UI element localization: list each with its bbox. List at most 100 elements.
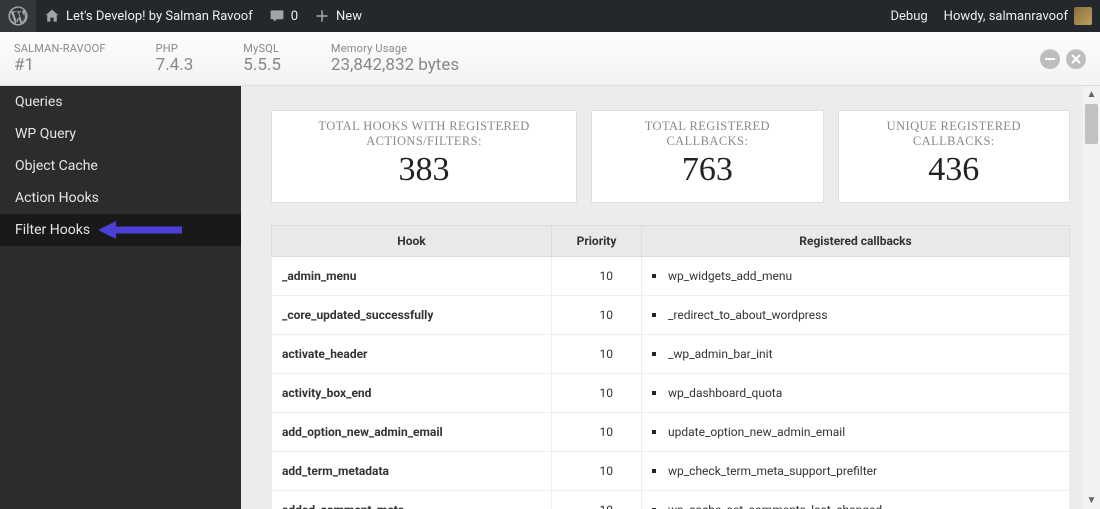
- info-user-value: #1: [14, 55, 106, 75]
- sidebar-item-label: Queries: [15, 94, 63, 110]
- bullet-icon: [652, 391, 656, 395]
- sidebar-item-object-cache[interactable]: Object Cache: [0, 150, 241, 182]
- hook-priority: 10: [552, 334, 642, 373]
- table-row: _core_updated_successfully 10 _redirect_…: [272, 295, 1070, 334]
- stat-value: 436: [849, 149, 1059, 192]
- sidebar-item-label: Object Cache: [15, 158, 98, 174]
- hook-name: _core_updated_successfully: [272, 295, 552, 334]
- info-php: PHP 7.4.3: [156, 42, 194, 75]
- info-php-value: 7.4.3: [156, 55, 194, 75]
- hook-name: added_comment_meta: [272, 490, 552, 509]
- hook-name: activity_box_end: [272, 373, 552, 412]
- info-php-label: PHP: [156, 42, 194, 55]
- callback-name: _wp_admin_bar_init: [668, 347, 773, 361]
- table-row: activate_header 10 _wp_admin_bar_init: [272, 334, 1070, 373]
- stat-unique-callbacks: UNIQUE REGISTERED CALLBACKS: 436: [838, 110, 1070, 203]
- table-row: added_comment_meta 10 wp_cache_set_comme…: [272, 490, 1070, 509]
- info-mysql-label: MySQL: [243, 42, 281, 55]
- info-memory-label: Memory Usage: [331, 42, 459, 55]
- callback-name: wp_check_term_meta_support_prefilter: [668, 464, 877, 478]
- callback-name: _redirect_to_about_wordpress: [668, 308, 828, 322]
- minimize-button[interactable]: [1040, 49, 1060, 69]
- close-icon: [1071, 54, 1081, 64]
- debug-label: Debug: [890, 9, 927, 24]
- debug-link[interactable]: Debug: [882, 0, 935, 32]
- sidebar: Queries WP Query Object Cache Action Hoo…: [0, 86, 241, 509]
- hook-priority: 10: [552, 295, 642, 334]
- minus-icon: [1045, 54, 1055, 64]
- sidebar-item-wp-query[interactable]: WP Query: [0, 118, 241, 150]
- sidebar-item-queries[interactable]: Queries: [0, 86, 241, 118]
- account-link[interactable]: Howdy, salmanravoof: [936, 0, 1100, 32]
- bullet-icon: [652, 469, 656, 473]
- site-link[interactable]: Let's Develop! by Salman Ravoof: [36, 0, 261, 32]
- sidebar-item-action-hooks[interactable]: Action Hooks: [0, 182, 241, 214]
- hook-callbacks: update_option_new_admin_email: [642, 412, 1070, 451]
- comments-link[interactable]: 0: [261, 0, 306, 32]
- sidebar-item-filter-hooks[interactable]: Filter Hooks: [0, 214, 241, 246]
- stat-value: 383: [282, 149, 566, 192]
- col-priority[interactable]: Priority: [552, 225, 642, 256]
- callback-name: wp_cache_set_comments_last_changed: [668, 503, 882, 509]
- home-icon: [44, 8, 60, 24]
- hooks-table: Hook Priority Registered callbacks _admi…: [271, 225, 1070, 509]
- wp-logo[interactable]: [0, 0, 36, 32]
- table-row: activity_box_end 10 wp_dashboard_quota: [272, 373, 1070, 412]
- hook-priority: 10: [552, 490, 642, 509]
- comment-count: 0: [291, 9, 298, 24]
- stat-value: 763: [602, 149, 812, 192]
- sidebar-item-label: Action Hooks: [15, 190, 99, 206]
- hook-name: _admin_menu: [272, 256, 552, 295]
- hook-priority: 10: [552, 451, 642, 490]
- site-title: Let's Develop! by Salman Ravoof: [66, 9, 253, 24]
- hook-name: add_option_new_admin_email: [272, 412, 552, 451]
- wp-admin-bar: Let's Develop! by Salman Ravoof 0 New De…: [0, 0, 1100, 32]
- callback-name: wp_widgets_add_menu: [668, 269, 792, 283]
- sidebar-item-label: Filter Hooks: [15, 222, 90, 238]
- vertical-scrollbar[interactable]: ▲ ▼: [1083, 86, 1100, 509]
- hook-callbacks: _wp_admin_bar_init: [642, 334, 1070, 373]
- new-link[interactable]: New: [306, 0, 370, 32]
- scroll-up-button[interactable]: ▲: [1083, 86, 1100, 103]
- stat-total-hooks: TOTAL HOOKS WITH REGISTERED ACTIONS/FILT…: [271, 110, 577, 203]
- callback-name: update_option_new_admin_email: [668, 425, 845, 439]
- hook-callbacks: wp_cache_set_comments_last_changed: [642, 490, 1070, 509]
- wordpress-icon: [8, 6, 28, 26]
- plus-icon: [314, 8, 330, 24]
- main-panel: TOTAL HOOKS WITH REGISTERED ACTIONS/FILT…: [241, 86, 1100, 509]
- env-info-strip: SALMAN-RAVOOF #1 PHP 7.4.3 MySQL 5.5.5 M…: [0, 32, 1100, 86]
- stat-label: UNIQUE REGISTERED CALLBACKS:: [849, 119, 1059, 149]
- stat-label: TOTAL REGISTERED CALLBACKS:: [602, 119, 812, 149]
- hook-priority: 10: [552, 256, 642, 295]
- howdy-text: Howdy, salmanravoof: [944, 9, 1068, 24]
- bullet-icon: [652, 352, 656, 356]
- info-user-label: SALMAN-RAVOOF: [14, 42, 106, 55]
- info-user: SALMAN-RAVOOF #1: [14, 42, 106, 75]
- table-row: _admin_menu 10 wp_widgets_add_menu: [272, 256, 1070, 295]
- bullet-icon: [652, 430, 656, 434]
- table-row: add_option_new_admin_email 10 update_opt…: [272, 412, 1070, 451]
- col-hook[interactable]: Hook: [272, 225, 552, 256]
- stat-label: TOTAL HOOKS WITH REGISTERED ACTIONS/FILT…: [282, 119, 566, 149]
- new-label: New: [336, 9, 362, 24]
- comment-icon: [269, 8, 285, 24]
- info-memory: Memory Usage 23,842,832 bytes: [331, 42, 459, 75]
- info-mysql: MySQL 5.5.5: [243, 42, 281, 75]
- table-row: add_term_metadata 10 wp_check_term_meta_…: [272, 451, 1070, 490]
- close-button[interactable]: [1066, 49, 1086, 69]
- hook-callbacks: _redirect_to_about_wordpress: [642, 295, 1070, 334]
- annotation-arrow: [96, 219, 182, 241]
- callback-name: wp_dashboard_quota: [668, 386, 782, 400]
- hook-name: activate_header: [272, 334, 552, 373]
- sidebar-item-label: WP Query: [15, 126, 76, 142]
- col-callbacks[interactable]: Registered callbacks: [642, 225, 1070, 256]
- hook-priority: 10: [552, 412, 642, 451]
- table-header-row: Hook Priority Registered callbacks: [272, 225, 1070, 256]
- info-mysql-value: 5.5.5: [243, 55, 281, 75]
- hook-priority: 10: [552, 373, 642, 412]
- hook-callbacks: wp_widgets_add_menu: [642, 256, 1070, 295]
- scroll-thumb[interactable]: [1085, 104, 1098, 144]
- stats-row: TOTAL HOOKS WITH REGISTERED ACTIONS/FILT…: [241, 86, 1100, 225]
- stat-total-callbacks: TOTAL REGISTERED CALLBACKS: 763: [591, 110, 823, 203]
- scroll-down-button[interactable]: ▼: [1083, 492, 1100, 509]
